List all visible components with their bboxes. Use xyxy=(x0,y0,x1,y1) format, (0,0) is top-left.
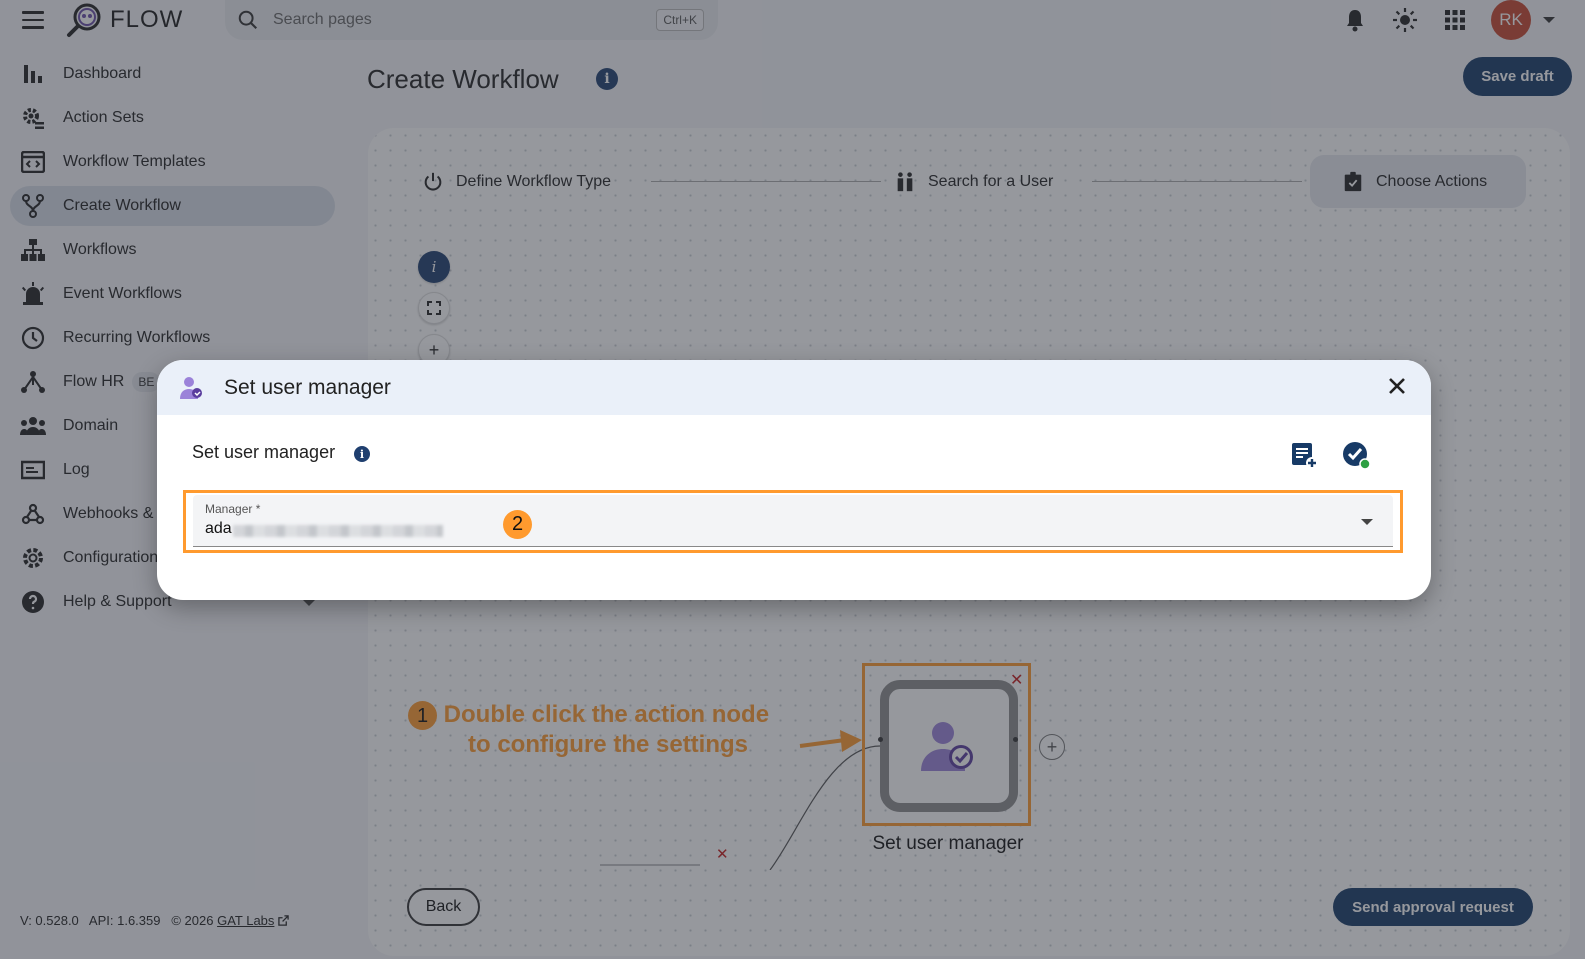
dialog-title: Set user manager xyxy=(224,375,391,399)
verified-check-icon[interactable] xyxy=(1341,440,1371,470)
step-badge: 2 xyxy=(503,510,532,539)
close-icon[interactable] xyxy=(1383,372,1411,400)
field-label: Manager * xyxy=(205,502,261,516)
section-title: Set user manager xyxy=(192,442,336,462)
info-icon[interactable]: i xyxy=(354,446,370,462)
chevron-down-icon[interactable] xyxy=(1361,519,1373,525)
dialog-header: Set user manager xyxy=(157,360,1431,415)
set-user-manager-dialog: Set user manager Set user manager i Mana… xyxy=(157,360,1431,600)
manager-select[interactable]: Manager * ada 2 xyxy=(193,495,1393,547)
add-note-icon[interactable] xyxy=(1289,440,1319,470)
redacted-value xyxy=(233,525,443,537)
field-value: ada xyxy=(205,520,232,537)
user-manager-icon xyxy=(180,376,202,399)
